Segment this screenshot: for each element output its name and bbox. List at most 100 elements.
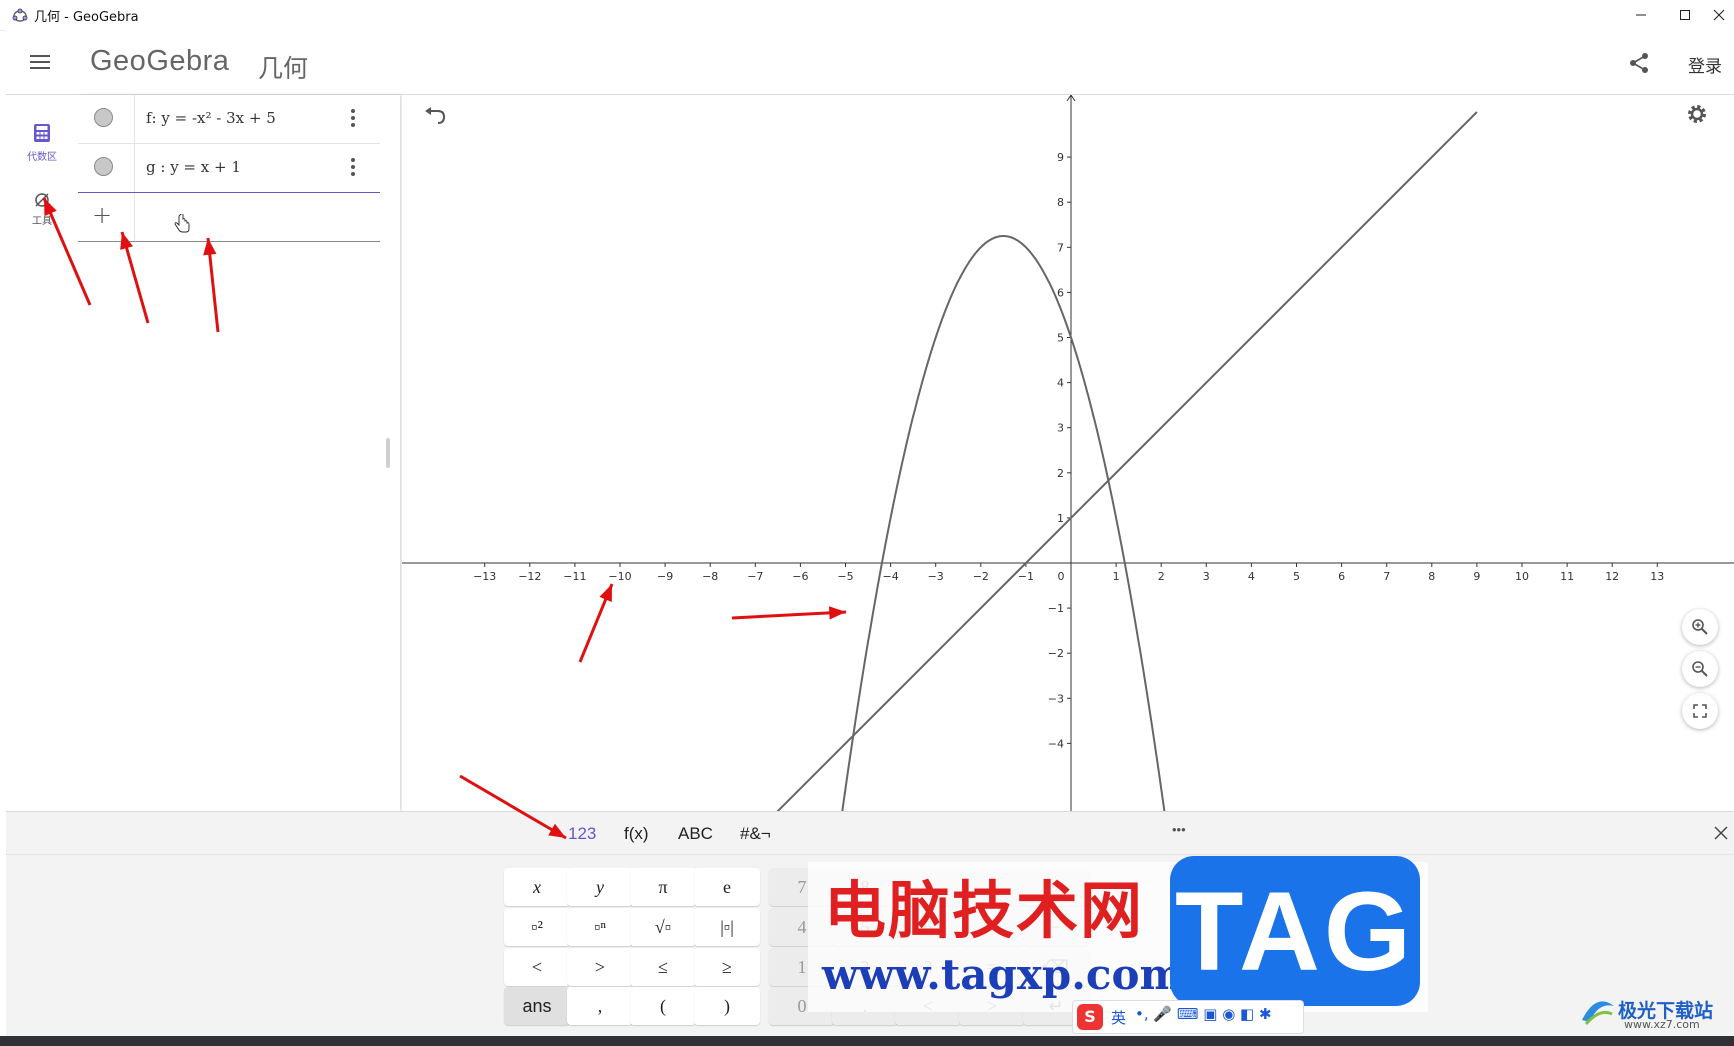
key-ans[interactable]: ans bbox=[504, 987, 570, 1025]
x-tick-label: 4 bbox=[1248, 570, 1255, 583]
y-tick-label: 5 bbox=[1057, 332, 1064, 345]
more-vert-icon[interactable] bbox=[350, 156, 356, 178]
fullscreen-button[interactable] bbox=[1682, 693, 1718, 729]
key-sqrt[interactable]: √▫ bbox=[630, 908, 696, 946]
key-comma[interactable]: , bbox=[567, 987, 633, 1025]
menu-icon[interactable] bbox=[30, 54, 50, 70]
graphics-view[interactable]: −13 −12 −11 −10 −9 −8 −7 −6 −5 −4 −3 −2 −1 0 1 2 3 4 5 6 7 8 9… bbox=[402, 95, 1734, 811]
numeric-key[interactable]: 4 bbox=[769, 908, 835, 946]
key-squared[interactable]: ▫² bbox=[504, 908, 570, 946]
key-less-equal[interactable]: ≤ bbox=[630, 948, 696, 986]
numeric-key[interactable]: 6 bbox=[895, 908, 961, 946]
x-tick-label: 2 bbox=[1158, 570, 1165, 583]
more-vert-icon[interactable] bbox=[350, 107, 356, 129]
key-less[interactable]: < bbox=[504, 948, 570, 986]
add-item-button[interactable]: + bbox=[92, 201, 112, 229]
numeric-key[interactable]: ↵ bbox=[1023, 987, 1089, 1025]
coordinate-plane[interactable]: −13 −12 −11 −10 −9 −8 −7 −6 −5 −4 −3 −2 −1 0 1 2 3 4 5 6 7 8 9… bbox=[402, 95, 1734, 811]
numeric-key[interactable]: 9 bbox=[895, 868, 961, 906]
numeric-key[interactable]: . bbox=[832, 987, 898, 1025]
undo-icon[interactable] bbox=[424, 107, 446, 125]
numeric-key[interactable]: = bbox=[959, 948, 1025, 986]
numeric-key[interactable]: ⌫ bbox=[1023, 948, 1089, 986]
row-divider bbox=[134, 95, 135, 143]
app-subtitle: 几何 bbox=[258, 54, 309, 83]
tools-icon bbox=[35, 193, 49, 207]
algebra-item[interactable]: g : y = x + 1 bbox=[78, 144, 380, 193]
numeric-key[interactable]: − bbox=[1023, 908, 1089, 946]
algebra-expression[interactable]: f: y = -x² - 3x + 5 bbox=[146, 109, 276, 127]
numeric-key[interactable]: 2 bbox=[832, 948, 898, 986]
share-icon[interactable] bbox=[1628, 52, 1650, 74]
numeric-key[interactable]: 3 bbox=[895, 948, 961, 986]
geogebra-app-icon bbox=[12, 8, 28, 22]
key-y[interactable]: y bbox=[567, 868, 633, 906]
x-tick-label: −13 bbox=[473, 570, 496, 583]
numeric-key[interactable]: 7 bbox=[769, 868, 835, 906]
x-tick-label: −2 bbox=[973, 570, 989, 583]
app-header: GeoGebra 几何 登录 bbox=[6, 30, 1734, 95]
zoom-in-button[interactable] bbox=[1682, 609, 1718, 645]
numeric-key[interactable]: + bbox=[959, 908, 1025, 946]
key-abs[interactable]: |▫| bbox=[694, 908, 760, 946]
side-nav: 代数区 工具 bbox=[6, 95, 79, 811]
x-tick-label: −3 bbox=[928, 570, 944, 583]
close-window-button[interactable] bbox=[1696, 2, 1734, 28]
more-keys-button[interactable]: ••• bbox=[1172, 822, 1186, 837]
visibility-toggle[interactable] bbox=[94, 108, 113, 127]
numeric-key[interactable]: 1 bbox=[769, 948, 835, 986]
key-power[interactable]: ▫ⁿ bbox=[567, 908, 633, 946]
numeric-key[interactable]: 0 bbox=[769, 987, 835, 1025]
algebra-expression[interactable]: g : y = x + 1 bbox=[146, 158, 241, 176]
tab-abc[interactable]: ABC bbox=[678, 824, 713, 844]
key-pi[interactable]: π bbox=[630, 868, 696, 906]
x-tick-label: 13 bbox=[1650, 570, 1664, 583]
key-open-paren[interactable]: ( bbox=[630, 987, 696, 1025]
calculator-icon bbox=[34, 124, 50, 142]
x-tick-label: 7 bbox=[1383, 570, 1390, 583]
key-greater-equal[interactable]: ≥ bbox=[694, 948, 760, 986]
tab-symbols[interactable]: #&¬ bbox=[740, 824, 771, 844]
x-tick-label: 10 bbox=[1515, 570, 1529, 583]
x-tick-label: −9 bbox=[657, 570, 673, 583]
x-tick-label: −5 bbox=[837, 570, 853, 583]
maximize-icon bbox=[1680, 10, 1690, 20]
x-tick-label: 1 bbox=[1113, 570, 1120, 583]
y-tick-label: 1 bbox=[1057, 512, 1064, 525]
function-g-line[interactable] bbox=[755, 111, 1478, 811]
taskbar bbox=[0, 1036, 1734, 1046]
visibility-toggle[interactable] bbox=[94, 157, 113, 176]
tab-functions[interactable]: f(x) bbox=[624, 824, 649, 844]
panel-resize-handle[interactable] bbox=[386, 438, 390, 468]
row-divider bbox=[134, 193, 135, 241]
numeric-key[interactable]: 5 bbox=[832, 908, 898, 946]
function-f-curve[interactable] bbox=[818, 235, 1188, 811]
key-e[interactable]: e bbox=[694, 868, 760, 906]
key-x[interactable]: x bbox=[504, 868, 570, 906]
hand-cursor-icon bbox=[174, 214, 190, 233]
settings-gear-icon[interactable] bbox=[1686, 103, 1708, 125]
minimize-button[interactable] bbox=[1618, 2, 1664, 28]
numeric-key[interactable]: ÷ bbox=[1023, 868, 1089, 906]
algebra-item[interactable]: f: y = -x² - 3x + 5 bbox=[78, 95, 380, 144]
nav-algebra[interactable]: 代数区 bbox=[6, 123, 78, 163]
y-tick-label: −1 bbox=[1048, 602, 1064, 615]
key-greater[interactable]: > bbox=[567, 948, 633, 986]
fullscreen-icon bbox=[1693, 704, 1707, 718]
numeric-key[interactable]: < bbox=[895, 987, 961, 1025]
algebra-view: f: y = -x² - 3x + 5 g : y = x + 1 + bbox=[78, 95, 400, 811]
key-close-paren[interactable]: ) bbox=[694, 987, 760, 1025]
numeric-key[interactable]: × bbox=[959, 868, 1025, 906]
keyboard-tabs: 123 f(x) ABC #&¬ ••• bbox=[6, 812, 1734, 855]
algebra-input-row[interactable]: + bbox=[78, 193, 380, 242]
tab-123[interactable]: 123 bbox=[568, 824, 596, 844]
y-tick-label: 4 bbox=[1057, 377, 1064, 390]
zoom-out-button[interactable] bbox=[1682, 651, 1718, 687]
nav-tools-label: 工具 bbox=[32, 216, 52, 227]
login-button[interactable]: 登录 bbox=[1688, 52, 1722, 77]
close-keyboard-icon[interactable] bbox=[1714, 826, 1728, 840]
window-title: 几何 - GeoGebra bbox=[34, 10, 139, 25]
nav-tools[interactable]: 工具 bbox=[6, 190, 78, 227]
numeric-key[interactable]: 8 bbox=[832, 868, 898, 906]
numeric-key[interactable]: > bbox=[959, 987, 1025, 1025]
